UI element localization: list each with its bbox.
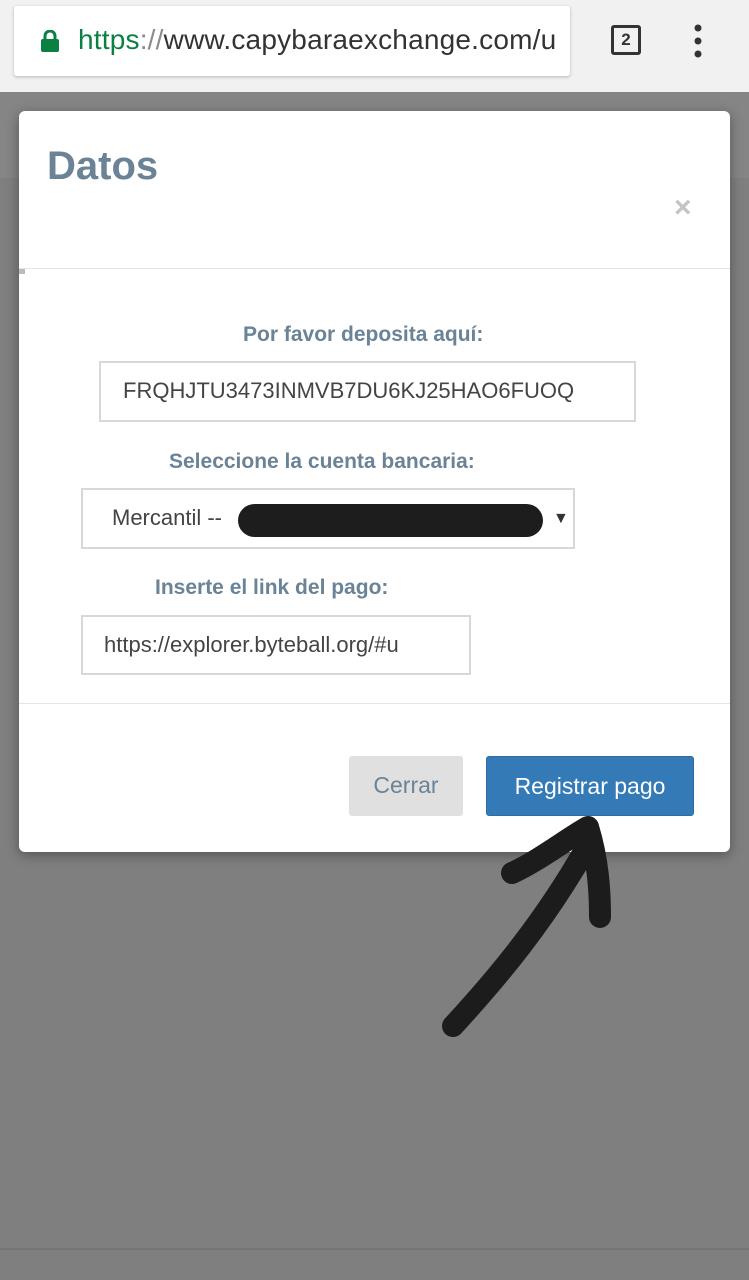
link-label: Inserte el link del pago: bbox=[155, 576, 389, 599]
deposit-address-value: FRQHJTU3473INMVB7DU6KJ25HAO6FUOQ bbox=[123, 378, 575, 403]
close-button[interactable]: Cerrar bbox=[349, 756, 463, 816]
bank-account-selected: Mercantil -- bbox=[112, 505, 223, 530]
address-bar[interactable]: https://www.capybaraexchange.com/u bbox=[14, 6, 570, 76]
browser-toolbar: https://www.capybaraexchange.com/u 2 bbox=[0, 0, 749, 92]
lock-icon bbox=[41, 30, 59, 52]
redaction-scribble bbox=[238, 504, 543, 537]
url-text: https://www.capybaraexchange.com/u bbox=[78, 24, 556, 56]
payment-link-input[interactable]: https://explorer.byteball.org/#u bbox=[81, 615, 471, 675]
edge-mark bbox=[19, 269, 25, 274]
more-vert-icon[interactable] bbox=[688, 24, 708, 58]
deposit-address-field[interactable]: FRQHJTU3473INMVB7DU6KJ25HAO6FUOQ bbox=[99, 361, 636, 422]
close-icon[interactable]: × bbox=[674, 193, 692, 223]
modal-footer-divider bbox=[19, 703, 730, 704]
url-separator: :// bbox=[139, 24, 164, 55]
modal-title: Datos bbox=[47, 144, 159, 188]
account-label: Seleccione la cuenta bancaria: bbox=[169, 450, 475, 473]
tab-switcher-button[interactable]: 2 bbox=[611, 25, 641, 55]
url-host: www.capybaraexchange.com/u bbox=[163, 24, 557, 55]
chevron-down-icon: ▼ bbox=[553, 510, 569, 527]
page-divider bbox=[0, 1248, 749, 1250]
deposit-label: Por favor deposita aquí: bbox=[243, 323, 484, 346]
payment-link-value: https://explorer.byteball.org/#u bbox=[104, 632, 399, 657]
modal-header-divider bbox=[19, 268, 730, 269]
register-payment-button[interactable]: Registrar pago bbox=[486, 756, 694, 816]
url-scheme: https bbox=[78, 24, 140, 55]
bank-account-select[interactable]: Mercantil -- ▼ bbox=[81, 488, 575, 549]
data-modal: Datos × Por favor deposita aquí: FRQHJTU… bbox=[19, 111, 730, 852]
